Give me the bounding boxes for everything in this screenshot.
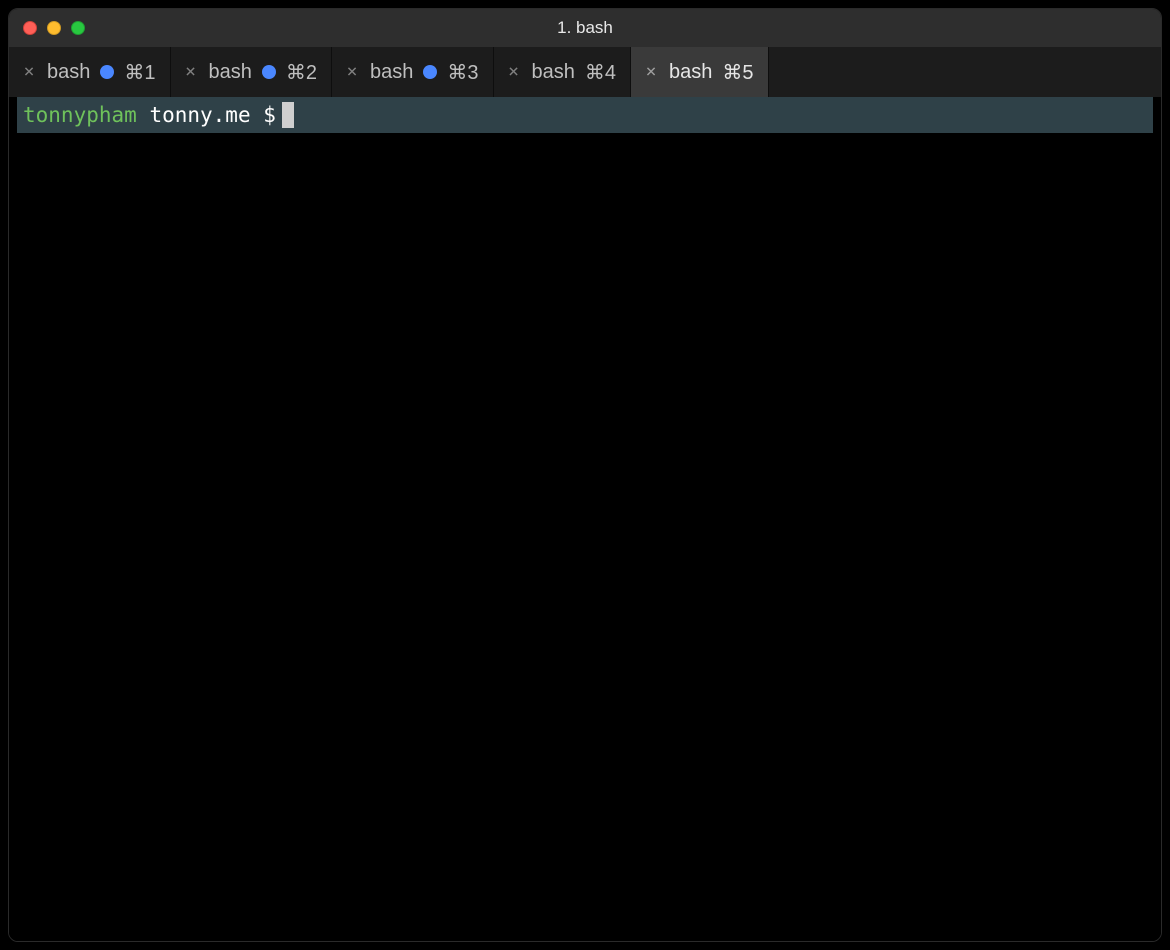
- close-icon[interactable]: ×: [21, 63, 37, 81]
- tab-shortcut: ⌘2: [286, 60, 317, 85]
- tab-label: bash: [532, 61, 575, 84]
- close-icon[interactable]: ×: [506, 63, 522, 81]
- traffic-lights: [23, 21, 85, 35]
- tab-label: bash: [209, 61, 252, 84]
- window-title: 1. bash: [9, 18, 1161, 38]
- prompt-symbol: $: [263, 103, 276, 127]
- prompt-user: tonnypham: [23, 103, 137, 127]
- close-window-icon[interactable]: [23, 21, 37, 35]
- tab-shortcut: ⌘4: [585, 60, 616, 85]
- terminal-empty-area[interactable]: [9, 133, 1161, 941]
- tab-shortcut: ⌘3: [447, 60, 478, 85]
- tab-shortcut: ⌘5: [722, 60, 753, 85]
- minimize-window-icon[interactable]: [47, 21, 61, 35]
- terminal-body[interactable]: tonnypham tonny.me $: [9, 97, 1161, 941]
- tab-shortcut: ⌘1: [124, 60, 155, 85]
- cursor-icon: [282, 102, 294, 128]
- close-icon[interactable]: ×: [183, 63, 199, 81]
- terminal-window: 1. bash × bash ⌘1 × bash ⌘2 × bash ⌘3 × …: [8, 8, 1162, 942]
- activity-dot-icon: [423, 65, 437, 79]
- tab-1[interactable]: × bash ⌘1: [9, 47, 171, 97]
- title-bar: 1. bash: [9, 9, 1161, 47]
- tab-label: bash: [370, 61, 413, 84]
- activity-dot-icon: [100, 65, 114, 79]
- prompt-host: tonny.me: [149, 103, 250, 127]
- zoom-window-icon[interactable]: [71, 21, 85, 35]
- tab-4[interactable]: × bash ⌘4: [494, 47, 632, 97]
- tab-5[interactable]: × bash ⌘5: [631, 47, 769, 97]
- tab-label: bash: [669, 61, 712, 84]
- tab-label: bash: [47, 61, 90, 84]
- activity-dot-icon: [262, 65, 276, 79]
- tab-strip: × bash ⌘1 × bash ⌘2 × bash ⌘3 × bash ⌘4 …: [9, 47, 1161, 97]
- close-icon[interactable]: ×: [643, 63, 659, 81]
- close-icon[interactable]: ×: [344, 63, 360, 81]
- tab-2[interactable]: × bash ⌘2: [171, 47, 333, 97]
- tab-3[interactable]: × bash ⌘3: [332, 47, 494, 97]
- prompt-line[interactable]: tonnypham tonny.me $: [17, 97, 1153, 133]
